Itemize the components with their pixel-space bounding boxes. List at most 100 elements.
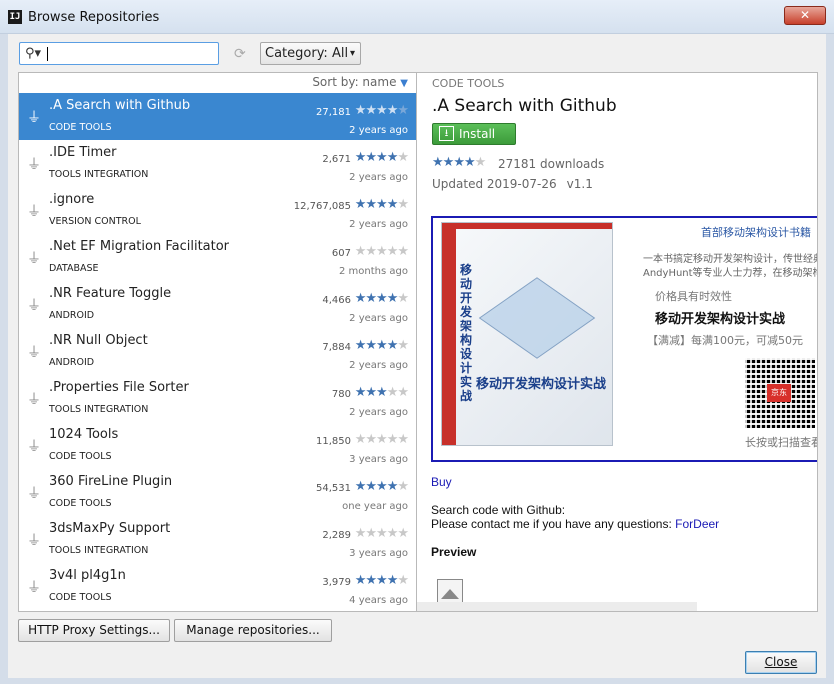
plugin-list-item[interactable]: ⏚ .Net EF Migration Facilitator DATABASE 60… bbox=[19, 234, 416, 281]
refresh-icon[interactable]: ⟳ bbox=[234, 46, 246, 62]
plugin-rating-stars: ★★★★★ bbox=[355, 338, 409, 353]
sort-selector[interactable]: Sort by: name ▼ bbox=[19, 73, 416, 93]
plugin-category: CODE TOOLS bbox=[49, 498, 112, 509]
book-spine bbox=[442, 223, 456, 445]
plugin-rating-stars: ★★★★★ bbox=[354, 150, 409, 165]
star-icon: ★ bbox=[365, 150, 377, 165]
plugin-list-item[interactable]: ⏚ .A Search with Github CODE TOOLS 27,181 ★★… bbox=[19, 93, 416, 140]
install-button[interactable]: ⭳ Install bbox=[432, 123, 516, 145]
star-icon: ★ bbox=[354, 150, 367, 165]
star-icon: ★ bbox=[386, 103, 399, 118]
star-icon: ★ bbox=[474, 155, 487, 170]
search-input[interactable] bbox=[48, 45, 213, 62]
star-icon: ★ bbox=[397, 479, 409, 494]
plugin-icon: ⏚ bbox=[27, 157, 41, 173]
star-icon: ★ bbox=[365, 432, 377, 447]
plugin-name: 3dsMaxPy Support bbox=[49, 521, 171, 536]
star-icon: ★ bbox=[354, 197, 367, 212]
plugin-downloads: 780 bbox=[331, 389, 351, 400]
plugin-age: 2 months ago bbox=[339, 266, 408, 277]
plugin-name: 360 FireLine Plugin bbox=[49, 474, 173, 489]
manage-repositories-label: Manage repositories... bbox=[186, 623, 320, 637]
book-top-band bbox=[456, 223, 612, 229]
plugin-downloads: 2,289 bbox=[322, 530, 351, 541]
star-icon: ★ bbox=[386, 526, 399, 541]
plugin-rating-stars: ★★★★★ bbox=[355, 573, 409, 588]
plugin-icon: ⏚ bbox=[27, 533, 41, 549]
preview-image-icon[interactable] bbox=[437, 579, 463, 603]
star-icon: ★ bbox=[376, 103, 388, 118]
contact-link[interactable]: ForDeer bbox=[675, 517, 719, 531]
plugin-list-item[interactable]: ⏚ .IDE Timer TOOLS INTEGRATION 2,671 ★★★★★ 2 … bbox=[19, 140, 416, 187]
plugin-category: TOOLS INTEGRATION bbox=[49, 545, 149, 556]
star-icon: ★ bbox=[463, 155, 476, 170]
detail-category: CODE TOOLS bbox=[432, 77, 505, 90]
banner-title: 移动开发架构设计实战 bbox=[655, 312, 786, 327]
chevron-down-icon: ▾ bbox=[349, 48, 355, 59]
plugin-list-item[interactable]: ⏚ .NR Feature Toggle ANDROID 4,466 ★★★★★ 2 ye… bbox=[19, 281, 416, 328]
star-icon: ★ bbox=[386, 479, 399, 494]
book-cover-title: 移动开发架构设计实战 bbox=[476, 377, 607, 392]
qr-code-image: 京东 bbox=[745, 358, 815, 428]
description-line-1: Search code with Github: bbox=[431, 503, 566, 517]
plugin-list-item[interactable]: ⏚ .ignore VERSION CONTROL 12,767,085 ★★★★★ 2 … bbox=[19, 187, 416, 234]
plugin-name: .IDE Timer bbox=[49, 145, 117, 160]
star-icon: ★ bbox=[397, 573, 409, 588]
plugin-list-item[interactable]: ⏚ 3v4l pl4g1n CODE TOOLS 3,979 ★★★★★ 4 years … bbox=[19, 563, 416, 610]
star-icon: ★ bbox=[386, 338, 399, 353]
star-icon: ★ bbox=[376, 526, 388, 541]
detail-plugin-name: .A Search with Github bbox=[432, 96, 617, 116]
http-proxy-settings-button[interactable]: HTTP Proxy Settings... bbox=[18, 619, 170, 642]
buy-link[interactable]: Buy bbox=[431, 475, 452, 489]
plugin-downloads: 11,850 bbox=[316, 436, 351, 447]
plugin-age: 2 years ago bbox=[349, 172, 408, 183]
search-field[interactable]: ⚲▾ bbox=[19, 42, 219, 65]
plugin-age: 2 years ago bbox=[349, 313, 408, 324]
star-icon: ★ bbox=[376, 573, 388, 588]
star-icon: ★ bbox=[376, 150, 388, 165]
plugin-list-item[interactable]: ⏚ 3dsMaxPy Support TOOLS INTEGRATION 2,289 ★… bbox=[19, 516, 416, 563]
star-icon: ★ bbox=[376, 291, 388, 306]
plugin-age: 4 years ago bbox=[349, 595, 408, 606]
star-icon: ★ bbox=[397, 197, 409, 212]
star-icon: ★ bbox=[365, 338, 377, 353]
window-close-button[interactable]: ✕ bbox=[784, 6, 826, 25]
book-vertical-title: 移动开发架构设计实战 bbox=[460, 263, 473, 403]
plugin-list-item[interactable]: ⏚ .NR Null Object ANDROID 7,884 ★★★★★ 2 years… bbox=[19, 328, 416, 375]
star-icon: ★ bbox=[397, 291, 409, 306]
plugin-category: CODE TOOLS bbox=[49, 451, 112, 462]
intellij-app-icon: IJ bbox=[8, 10, 22, 24]
banner-validity: 价格具有时效性 bbox=[655, 290, 732, 303]
detail-rating-stars: ★★★★★ bbox=[432, 155, 487, 170]
banner-line-2: AndyHunt等专业人士力荐，在移动架构开发 bbox=[643, 268, 817, 279]
plugin-list-item[interactable]: ⏚ .Properties File Sorter TOOLS INTEGRATIO… bbox=[19, 375, 416, 422]
plugin-list-item[interactable]: ⏚ 360 FireLine Plugin CODE TOOLS 54,531 ★★★★… bbox=[19, 469, 416, 516]
plugin-downloads: 607 bbox=[331, 248, 351, 259]
plugin-name: .Properties File Sorter bbox=[49, 380, 189, 395]
plugin-age: 3 years ago bbox=[349, 548, 408, 559]
star-icon: ★ bbox=[386, 432, 399, 447]
plugin-category: DATABASE bbox=[49, 263, 99, 274]
plugin-icon: ⏚ bbox=[27, 439, 41, 455]
plugin-rating-stars: ★★★★★ bbox=[354, 197, 409, 212]
detail-updated-date: Updated 2019-07-26 bbox=[432, 177, 557, 191]
plugin-icon: ⏚ bbox=[27, 110, 41, 126]
category-dropdown[interactable]: Category: All ▾ bbox=[260, 42, 361, 65]
star-icon: ★ bbox=[376, 338, 388, 353]
star-icon: ★ bbox=[386, 573, 399, 588]
star-icon: ★ bbox=[354, 479, 367, 494]
horizontal-scrollbar[interactable] bbox=[417, 602, 697, 611]
plugin-name: .A Search with Github bbox=[49, 98, 191, 113]
window-title: Browse Repositories bbox=[28, 10, 160, 25]
star-icon: ★ bbox=[442, 155, 455, 170]
plugin-downloads: 4,466 bbox=[322, 295, 351, 306]
plugin-icon: ⏚ bbox=[27, 204, 41, 220]
plugin-detail-panel: CODE TOOLS .A Search with Github ⭳ Insta… bbox=[417, 72, 818, 612]
manage-repositories-button[interactable]: Manage repositories... bbox=[174, 619, 332, 642]
search-icon[interactable]: ⚲▾ bbox=[25, 46, 41, 61]
plugin-list-item[interactable]: ⏚ 1024 Tools CODE TOOLS 11,850 ★★★★★ 3 years … bbox=[19, 422, 416, 469]
description-line-2: Please contact me if you have any questi… bbox=[431, 517, 719, 531]
star-icon: ★ bbox=[354, 526, 367, 541]
plugin-rating-stars: ★★★★★ bbox=[355, 103, 409, 118]
close-button[interactable]: Close bbox=[745, 651, 817, 674]
